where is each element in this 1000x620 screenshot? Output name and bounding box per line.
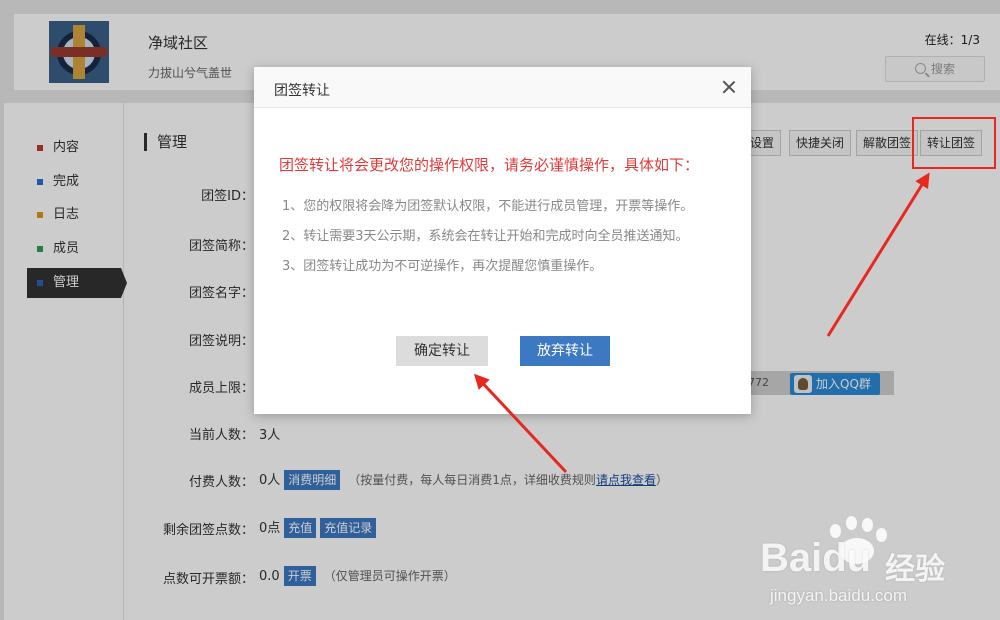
arrow-to-confirm-button bbox=[473, 373, 568, 474]
arrow-to-transfer-button bbox=[826, 172, 930, 337]
watermark-url: jingyan.baidu.com bbox=[770, 586, 908, 605]
baidu-watermark: Baidu 经验 jingyan.baidu.com bbox=[760, 516, 990, 616]
watermark-cn: 经验 bbox=[885, 552, 945, 587]
watermark-brand: Baidu bbox=[760, 536, 872, 580]
